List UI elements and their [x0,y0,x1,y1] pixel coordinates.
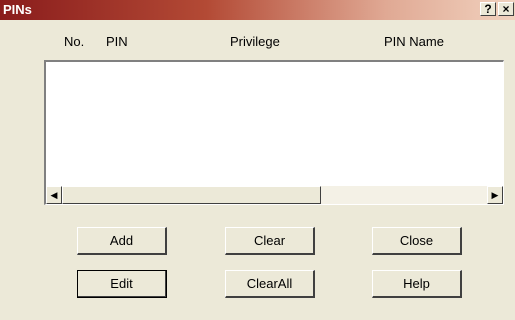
window-title: PINs [3,2,32,17]
add-button[interactable]: Add [77,227,167,255]
pins-dialog: PINs ? × No. PIN Privilege PIN Name ◀ ▶ … [0,0,515,320]
column-header-privilege: Privilege [230,34,280,49]
column-header-no: No. [64,34,85,49]
edit-button[interactable]: Edit [77,270,167,298]
horizontal-scrollbar[interactable]: ◀ ▶ [46,186,503,204]
clear-button[interactable]: Clear [225,227,315,255]
list-area[interactable] [46,62,503,186]
title-bar[interactable]: PINs ? × [0,0,515,20]
clear-all-button[interactable]: ClearAll [225,270,315,298]
help-icon[interactable]: ? [480,2,496,16]
close-icon[interactable]: × [498,2,514,16]
scroll-left-icon[interactable]: ◀ [46,186,62,204]
scroll-right-icon[interactable]: ▶ [487,186,503,204]
close-button[interactable]: Close [372,227,462,255]
pins-listbox[interactable]: ◀ ▶ [44,60,504,205]
help-button[interactable]: Help [372,270,462,298]
column-header-pin-name: PIN Name [384,34,444,49]
scrollbar-thumb[interactable] [62,186,321,204]
column-headers: No. PIN Privilege PIN Name [0,34,515,50]
column-header-pin: PIN [106,34,128,49]
